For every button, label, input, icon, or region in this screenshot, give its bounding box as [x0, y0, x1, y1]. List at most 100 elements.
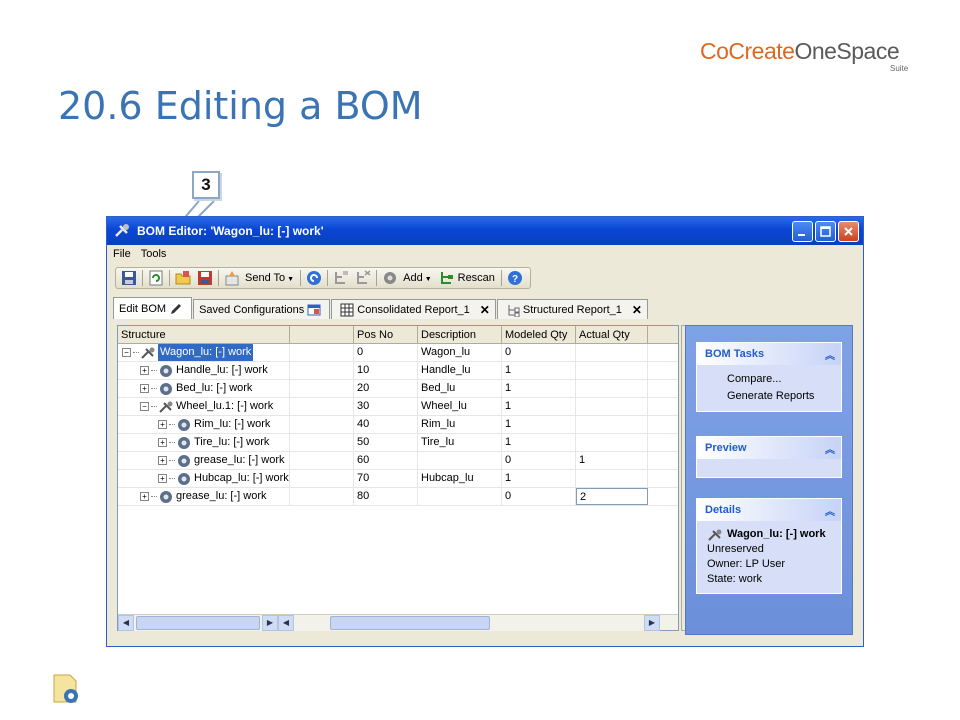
description-cell[interactable]: Wheel_lu — [418, 398, 502, 415]
blank-cell[interactable] — [290, 470, 354, 487]
modeled-qty-cell[interactable]: 1 — [502, 362, 576, 379]
structure-cell[interactable]: + Hubcap_lu: [-] work — [118, 470, 290, 487]
save-button[interactable] — [120, 269, 138, 287]
blank-cell[interactable] — [290, 362, 354, 379]
bom-tasks-header[interactable]: BOM Tasks ︽ — [697, 343, 841, 365]
tab-close-icon[interactable]: ✕ — [480, 303, 490, 317]
actual-qty-input[interactable]: 2 — [576, 488, 648, 505]
modeled-qty-cell[interactable]: 1 — [502, 416, 576, 433]
column-header-description[interactable]: Description — [418, 326, 502, 343]
chevron-up-icon[interactable]: ︽ — [825, 503, 835, 518]
preview-header[interactable]: Preview ︽ — [697, 437, 841, 459]
column-header-blank[interactable] — [290, 326, 354, 343]
description-cell[interactable] — [418, 488, 502, 505]
table-row[interactable]: + Rim_lu: [-] work 40 Rim_lu 1 — [118, 416, 678, 434]
undo-button[interactable] — [305, 269, 323, 287]
refresh-button[interactable] — [147, 269, 165, 287]
pos-no-cell[interactable]: 80 — [354, 488, 418, 505]
minimize-button[interactable] — [792, 220, 813, 242]
blank-cell[interactable] — [290, 434, 354, 451]
pos-no-cell[interactable]: 20 — [354, 380, 418, 397]
details-header[interactable]: Details ︽ — [697, 499, 841, 521]
send-to-icon-button[interactable] — [223, 269, 241, 287]
tree-remove-button[interactable] — [354, 269, 372, 287]
send-to-button[interactable]: Send To ▼ — [245, 272, 294, 284]
blank-cell[interactable] — [290, 398, 354, 415]
scroll-track[interactable] — [134, 615, 262, 631]
open-button[interactable] — [174, 269, 192, 287]
table-row[interactable]: + Handle_lu: [-] work 10 Handle_lu 1 — [118, 362, 678, 380]
scroll-thumb[interactable] — [136, 616, 260, 630]
actual-qty-cell[interactable] — [576, 362, 648, 379]
structure-cell[interactable]: + Bed_lu: [-] work — [118, 380, 290, 397]
column-header-actual-qty[interactable]: Actual Qty — [576, 326, 648, 343]
structure-cell[interactable]: + grease_lu: [-] work — [118, 488, 290, 505]
chevron-up-icon[interactable]: ︽ — [825, 441, 835, 456]
window-titlebar[interactable]: BOM Editor: 'Wagon_lu: [-] work' — [107, 217, 863, 245]
structure-cell[interactable]: + Rim_lu: [-] work — [118, 416, 290, 433]
chevron-up-icon[interactable]: ︽ — [825, 347, 835, 362]
table-row[interactable]: − Wagon_lu: [-] work 0 Wagon_lu 0 — [118, 344, 678, 362]
add-icon-button[interactable] — [381, 269, 399, 287]
modeled-qty-cell[interactable]: 1 — [502, 470, 576, 487]
menu-file[interactable]: File — [113, 248, 131, 260]
tab-edit-bom[interactable]: Edit BOM — [113, 297, 193, 319]
pos-no-cell[interactable]: 40 — [354, 416, 418, 433]
close-button[interactable] — [838, 220, 859, 242]
scroll-left-icon[interactable]: ◀ — [278, 615, 294, 631]
modeled-qty-cell[interactable]: 1 — [502, 434, 576, 451]
table-row[interactable]: + Hubcap_lu: [-] work 70 Hubcap_lu 1 — [118, 470, 678, 488]
modeled-qty-cell[interactable]: 1 — [502, 398, 576, 415]
collapse-icon[interactable]: − — [122, 348, 131, 357]
expand-icon[interactable]: + — [158, 420, 167, 429]
blank-cell[interactable] — [290, 488, 354, 505]
rescan-icon-button[interactable] — [438, 269, 456, 287]
actual-qty-cell[interactable]: 1 — [576, 452, 648, 469]
column-header-pos-no[interactable]: Pos No — [354, 326, 418, 343]
pos-no-cell[interactable]: 70 — [354, 470, 418, 487]
table-row[interactable]: + Tire_lu: [-] work 50 Tire_lu 1 — [118, 434, 678, 452]
scroll-thumb[interactable] — [330, 616, 490, 630]
pos-no-cell[interactable]: 30 — [354, 398, 418, 415]
description-cell[interactable] — [418, 452, 502, 469]
description-cell[interactable]: Wagon_lu — [418, 344, 502, 361]
modeled-qty-cell[interactable]: 0 — [502, 452, 576, 469]
actual-qty-cell[interactable] — [576, 380, 648, 397]
expand-icon[interactable]: + — [158, 474, 167, 483]
tab-close-icon[interactable]: ✕ — [632, 303, 642, 317]
table-row[interactable]: − Wheel_lu.1: [-] work 30 Wheel_lu 1 — [118, 398, 678, 416]
collapse-icon[interactable]: − — [140, 402, 149, 411]
expand-icon[interactable]: + — [158, 438, 167, 447]
blank-cell[interactable] — [290, 416, 354, 433]
tab-structured-report[interactable]: Structured Report_1 ✕ — [496, 299, 648, 319]
actual-qty-cell[interactable] — [576, 470, 648, 487]
expand-icon[interactable]: + — [140, 366, 149, 375]
scroll-left-icon[interactable]: ◀ — [118, 615, 134, 631]
structure-cell[interactable]: + Tire_lu: [-] work — [118, 434, 290, 451]
tree-add-button[interactable] — [332, 269, 350, 287]
generate-reports-link[interactable]: Generate Reports — [707, 388, 831, 405]
structure-cell[interactable]: − Wheel_lu.1: [-] work — [118, 398, 290, 415]
horizontal-scrollbar[interactable]: ◀ ▶ ◀ ▶ — [118, 614, 678, 631]
structure-cell[interactable]: − Wagon_lu: [-] work — [118, 344, 290, 361]
table-row[interactable]: + grease_lu: [-] work 60 0 1 — [118, 452, 678, 470]
tab-consolidated-report[interactable]: Consolidated Report_1 ✕ — [331, 299, 496, 319]
table-row[interactable]: + Bed_lu: [-] work 20 Bed_lu 1 — [118, 380, 678, 398]
expand-icon[interactable]: + — [140, 492, 149, 501]
description-cell[interactable]: Rim_lu — [418, 416, 502, 433]
description-cell[interactable]: Bed_lu — [418, 380, 502, 397]
expand-icon[interactable]: + — [158, 456, 167, 465]
structure-cell[interactable]: + Handle_lu: [-] work — [118, 362, 290, 379]
structure-cell[interactable]: + grease_lu: [-] work — [118, 452, 290, 469]
scroll-right-icon[interactable]: ▶ — [262, 615, 278, 631]
expand-icon[interactable]: + — [140, 384, 149, 393]
blank-cell[interactable] — [290, 452, 354, 469]
menu-tools[interactable]: Tools — [141, 248, 167, 260]
scroll-track[interactable] — [294, 615, 644, 631]
description-cell[interactable]: Tire_lu — [418, 434, 502, 451]
rescan-button[interactable]: Rescan — [458, 272, 495, 284]
pos-no-cell[interactable]: 50 — [354, 434, 418, 451]
actual-qty-cell[interactable] — [576, 434, 648, 451]
compare-link[interactable]: Compare... — [707, 371, 831, 388]
tab-saved-configurations[interactable]: Saved Configurations — [193, 299, 331, 319]
